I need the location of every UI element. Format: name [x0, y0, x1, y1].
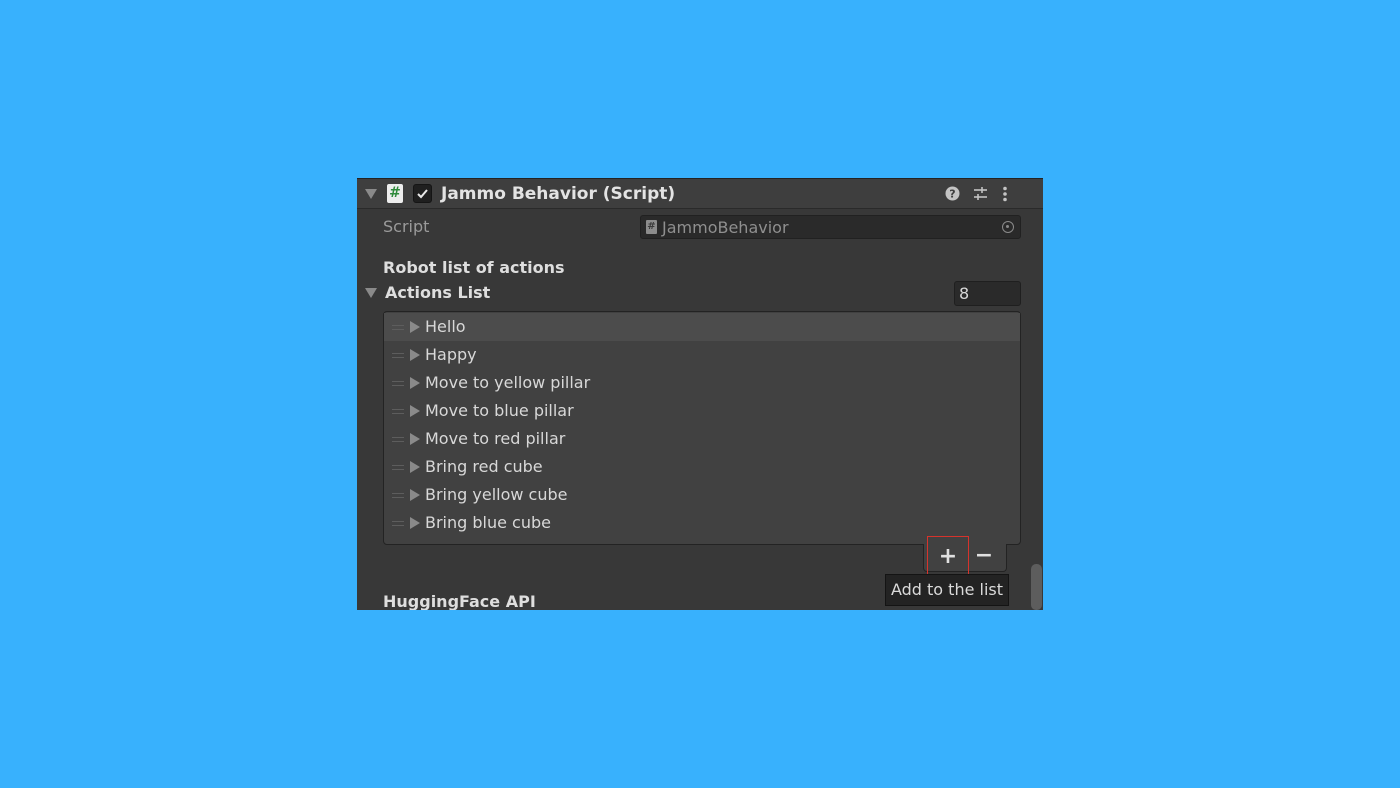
drag-handle-icon[interactable] [392, 437, 404, 442]
foldout-arrow-icon[interactable] [365, 189, 377, 199]
list-item-label: Bring yellow cube [425, 485, 568, 504]
actions-list-label[interactable]: Actions List [385, 283, 490, 302]
list-item-label: Move to red pillar [425, 429, 566, 448]
expand-arrow-icon[interactable] [410, 349, 420, 361]
drag-handle-icon[interactable] [392, 521, 404, 526]
script-object-field[interactable]: # JammoBehavior [640, 215, 1021, 239]
drag-handle-icon[interactable] [392, 493, 404, 498]
list-item-label: Happy [425, 345, 477, 364]
list-item[interactable]: Bring blue cube [384, 509, 1020, 537]
object-picker-icon[interactable] [1002, 221, 1014, 233]
inspector-panel: # Jammo Behavior (Script) ? Script # Jam… [357, 178, 1043, 610]
remove-item-button[interactable]: − [963, 536, 1005, 576]
list-item[interactable]: Move to yellow pillar [384, 369, 1020, 397]
huggingface-api-header: HuggingFace API [383, 592, 536, 610]
list-item-label: Bring blue cube [425, 513, 551, 532]
expand-arrow-icon[interactable] [410, 433, 420, 445]
drag-handle-icon[interactable] [392, 409, 404, 414]
preset-sliders-icon[interactable] [973, 186, 988, 201]
drag-handle-icon[interactable] [392, 325, 404, 330]
expand-arrow-icon[interactable] [410, 321, 420, 333]
list-item-label: Move to blue pillar [425, 401, 574, 420]
list-item-label: Hello [425, 317, 466, 336]
script-object-value: JammoBehavior [662, 218, 789, 237]
robot-actions-header: Robot list of actions [383, 258, 565, 277]
help-icon[interactable]: ? [945, 186, 960, 201]
checkmark-icon [417, 189, 428, 199]
list-item[interactable]: Bring red cube [384, 453, 1020, 481]
expand-arrow-icon[interactable] [410, 405, 420, 417]
component-header[interactable]: # Jammo Behavior (Script) ? [357, 178, 1043, 209]
drag-handle-icon[interactable] [392, 353, 404, 358]
vertical-scrollbar[interactable] [1031, 564, 1042, 610]
list-item[interactable]: Move to red pillar [384, 425, 1020, 453]
list-item[interactable]: Bring yellow cube [384, 481, 1020, 509]
actions-list: Hello Happy Move to yellow pillar Move t… [383, 311, 1021, 545]
drag-handle-icon[interactable] [392, 381, 404, 386]
svg-text:?: ? [949, 188, 955, 201]
drag-handle-icon[interactable] [392, 465, 404, 470]
actions-list-foldout-icon[interactable] [365, 288, 377, 298]
expand-arrow-icon[interactable] [410, 461, 420, 473]
expand-arrow-icon[interactable] [410, 377, 420, 389]
add-tooltip: Add to the list [885, 574, 1009, 606]
csharp-script-icon: # [646, 220, 657, 234]
list-item-label: Bring red cube [425, 457, 543, 476]
component-title: Jammo Behavior (Script) [441, 184, 676, 204]
script-field-label: Script [383, 217, 430, 236]
list-item-label: Move to yellow pillar [425, 373, 591, 392]
list-item[interactable]: Happy [384, 341, 1020, 369]
actions-list-size-field[interactable]: 8 [954, 281, 1021, 306]
list-item[interactable]: Move to blue pillar [384, 397, 1020, 425]
expand-arrow-icon[interactable] [410, 489, 420, 501]
list-item[interactable]: Hello [384, 313, 1020, 341]
kebab-menu-icon[interactable] [1002, 186, 1008, 202]
component-enabled-checkbox[interactable] [413, 184, 432, 203]
expand-arrow-icon[interactable] [410, 517, 420, 529]
csharp-script-icon: # [387, 184, 403, 203]
